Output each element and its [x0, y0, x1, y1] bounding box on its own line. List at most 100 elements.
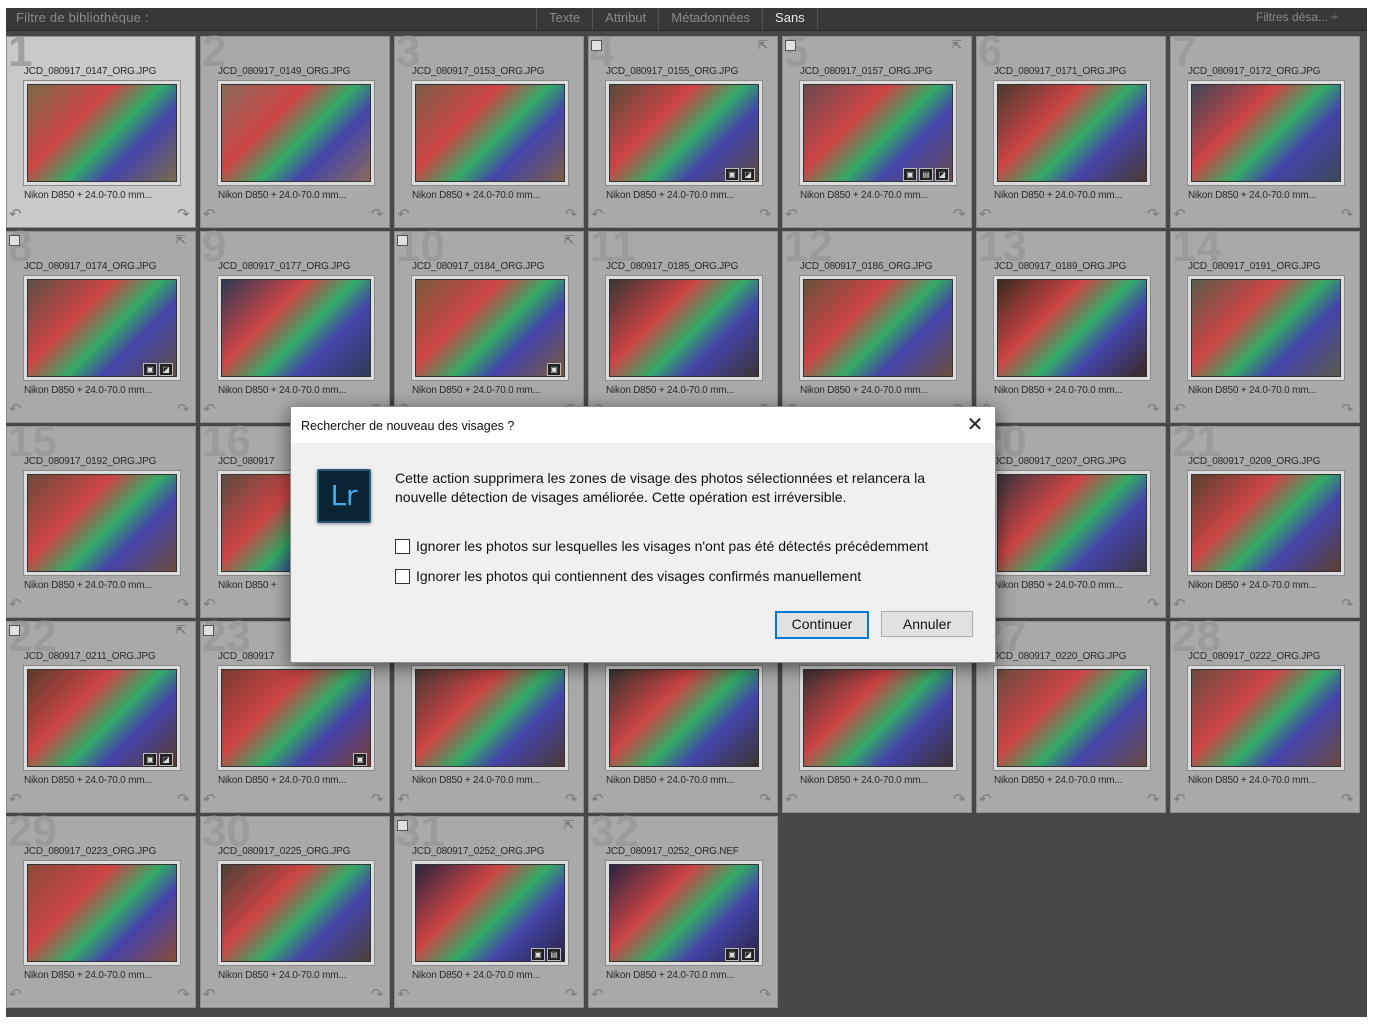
- rotate-left-icon[interactable]: ↶: [203, 402, 216, 417]
- flag-icon[interactable]: [397, 820, 408, 831]
- thumbnail-frame[interactable]: [799, 275, 957, 381]
- metadata-badge-icon[interactable]: ◪: [159, 363, 173, 376]
- rotate-right-icon[interactable]: ↷: [177, 987, 190, 1002]
- rotate-left-icon[interactable]: ↶: [397, 207, 410, 222]
- ignore-confirmed-checkbox[interactable]: [395, 568, 410, 584]
- thumbnail-cell[interactable]: 6 JCD_080917_0171_ORG.JPG Nikon D850 + 24.…: [976, 30, 1166, 228]
- thumbnail-frame[interactable]: [993, 665, 1151, 771]
- rotate-right-icon[interactable]: ↷: [1341, 207, 1354, 222]
- metadata-badge-icon[interactable]: ◪: [741, 948, 755, 961]
- thumbnail-cell[interactable]: 30 JCD_080917_0225_ORG.JPG Nikon D850 + 24…: [200, 810, 390, 1008]
- thumbnail-frame[interactable]: [993, 80, 1151, 186]
- photo-thumbnail[interactable]: [997, 84, 1147, 182]
- metadata-badge-icon[interactable]: ◪: [159, 753, 173, 766]
- flag-icon[interactable]: [785, 40, 796, 51]
- rotate-right-icon[interactable]: ↷: [177, 597, 190, 612]
- rotate-left-icon[interactable]: ↶: [785, 207, 798, 222]
- rotate-right-icon[interactable]: ↷: [565, 792, 578, 807]
- filter-preset-dropdown[interactable]: Filtres désa... ÷: [1256, 10, 1338, 24]
- rotate-right-icon[interactable]: ↷: [1147, 207, 1160, 222]
- photo-thumbnail[interactable]: [997, 279, 1147, 377]
- flag-icon[interactable]: [591, 40, 602, 51]
- thumbnail-cell[interactable]: 11 JCD_080917_0185_ORG.JPG Nikon D850 + 24…: [588, 225, 778, 423]
- rotate-left-icon[interactable]: ↶: [397, 792, 410, 807]
- thumbnail-frame[interactable]: [605, 665, 763, 771]
- rotate-left-icon[interactable]: ↶: [203, 792, 216, 807]
- thumbnail-frame[interactable]: [1187, 275, 1345, 381]
- ignore-undetected-checkbox-row[interactable]: Ignorer les photos sur lesquelles les vi…: [395, 538, 928, 554]
- pick-icon[interactable]: ⇱: [758, 38, 768, 52]
- photo-thumbnail[interactable]: [27, 84, 177, 182]
- thumbnail-cell[interactable]: 14 JCD_080917_0191_ORG.JPG Nikon D850 + 24…: [1170, 225, 1360, 423]
- rotate-right-icon[interactable]: ↷: [759, 987, 772, 1002]
- flag-icon[interactable]: [203, 625, 214, 636]
- rotate-right-icon[interactable]: ↷: [1341, 597, 1354, 612]
- rotate-right-icon[interactable]: ↷: [177, 207, 190, 222]
- thumbnail-frame[interactable]: [993, 470, 1151, 576]
- rotate-left-icon[interactable]: ↶: [203, 597, 216, 612]
- photo-thumbnail[interactable]: [27, 474, 177, 572]
- photo-thumbnail[interactable]: [415, 669, 565, 767]
- rotate-right-icon[interactable]: ↷: [953, 792, 966, 807]
- photo-thumbnail[interactable]: [221, 669, 371, 767]
- rotate-right-icon[interactable]: ↷: [1341, 792, 1354, 807]
- rotate-left-icon[interactable]: ↶: [1173, 207, 1186, 222]
- rotate-right-icon[interactable]: ↷: [759, 207, 772, 222]
- thumbnail-cell[interactable]: 20 JCD_080917_0207_ORG.JPG Nikon D850 + 24…: [976, 420, 1166, 618]
- thumbnail-cell[interactable]: 29 JCD_080917_0223_ORG.JPG Nikon D850 + 24…: [6, 810, 196, 1008]
- ignore-confirmed-checkbox-row[interactable]: Ignorer les photos qui contiennent des v…: [395, 568, 861, 584]
- thumbnail-frame[interactable]: [799, 665, 957, 771]
- rotate-left-icon[interactable]: ↶: [785, 792, 798, 807]
- rotate-right-icon[interactable]: ↷: [1147, 597, 1160, 612]
- rotate-right-icon[interactable]: ↷: [565, 207, 578, 222]
- rotate-left-icon[interactable]: ↶: [9, 207, 22, 222]
- rotate-left-icon[interactable]: ↶: [9, 402, 22, 417]
- thumbnail-cell[interactable]: 12 JCD_080917_0186_ORG.JPG Nikon D850 + 24…: [782, 225, 972, 423]
- thumbnail-frame[interactable]: [23, 470, 181, 576]
- thumbnail-frame[interactable]: [993, 275, 1151, 381]
- rotate-right-icon[interactable]: ↷: [953, 207, 966, 222]
- tab-metadata[interactable]: Métadonnées: [658, 8, 762, 30]
- pick-icon[interactable]: ⇱: [564, 818, 574, 832]
- metadata-badge-icon[interactable]: ◪: [935, 168, 949, 181]
- photo-thumbnail[interactable]: [221, 84, 371, 182]
- photo-thumbnail[interactable]: [609, 669, 759, 767]
- thumbnail-frame[interactable]: [23, 80, 181, 186]
- tab-text[interactable]: Texte: [536, 8, 592, 30]
- thumbnail-cell[interactable]: 3 JCD_080917_0153_ORG.JPG Nikon D850 + 24.…: [394, 30, 584, 228]
- rotate-right-icon[interactable]: ↷: [1341, 402, 1354, 417]
- thumbnail-frame[interactable]: [217, 860, 375, 966]
- photo-thumbnail[interactable]: [997, 669, 1147, 767]
- metadata-badge-icon[interactable]: ▣: [143, 753, 157, 766]
- rotate-right-icon[interactable]: ↷: [371, 792, 384, 807]
- pick-icon[interactable]: ⇱: [564, 233, 574, 247]
- thumbnail-cell[interactable]: 15 JCD_080917_0192_ORG.JPG Nikon D850 + 24…: [6, 420, 196, 618]
- thumbnail-frame[interactable]: [1187, 665, 1345, 771]
- thumbnail-frame[interactable]: [411, 665, 569, 771]
- photo-thumbnail[interactable]: [27, 864, 177, 962]
- pick-icon[interactable]: ⇱: [176, 233, 186, 247]
- flag-icon[interactable]: [9, 625, 20, 636]
- rotate-left-icon[interactable]: ↶: [1173, 792, 1186, 807]
- photo-thumbnail[interactable]: [1191, 474, 1341, 572]
- thumbnail-cell[interactable]: 5 ⇱ JCD_080917_0157_ORG.JPG ▣ ▤ ◪ Nikon D850 +…: [782, 30, 972, 228]
- metadata-badge-icon[interactable]: ▣: [725, 168, 739, 181]
- thumbnail-cell[interactable]: 4 ⇱ JCD_080917_0155_ORG.JPG ▣ ◪ Nikon D850 + …: [588, 30, 778, 228]
- thumbnail-cell[interactable]: 21 JCD_080917_0209_ORG.JPG Nikon D850 + 24…: [1170, 420, 1360, 618]
- ignore-undetected-checkbox[interactable]: [395, 538, 410, 554]
- thumbnail-cell[interactable]: 28 JCD_080917_0222_ORG.JPG Nikon D850 + 24…: [1170, 615, 1360, 813]
- rotate-right-icon[interactable]: ↷: [565, 987, 578, 1002]
- rotate-left-icon[interactable]: ↶: [9, 597, 22, 612]
- thumbnail-cell[interactable]: 8 ⇱ JCD_080917_0174_ORG.JPG ▣ ◪ Nikon D850 + …: [6, 225, 196, 423]
- close-icon[interactable]: ✕: [963, 413, 987, 437]
- thumbnail-frame[interactable]: [605, 275, 763, 381]
- thumbnail-cell[interactable]: 27 JCD_080917_0220_ORG.JPG Nikon D850 + 24…: [976, 615, 1166, 813]
- photo-thumbnail[interactable]: [1191, 669, 1341, 767]
- continue-button[interactable]: Continuer: [775, 611, 869, 639]
- rotate-left-icon[interactable]: ↶: [397, 987, 410, 1002]
- rotate-left-icon[interactable]: ↶: [203, 987, 216, 1002]
- thumbnail-frame[interactable]: [217, 665, 375, 771]
- pick-icon[interactable]: ⇱: [952, 38, 962, 52]
- thumbnail-frame[interactable]: [217, 275, 375, 381]
- metadata-badge-icon[interactable]: ▣: [547, 363, 561, 376]
